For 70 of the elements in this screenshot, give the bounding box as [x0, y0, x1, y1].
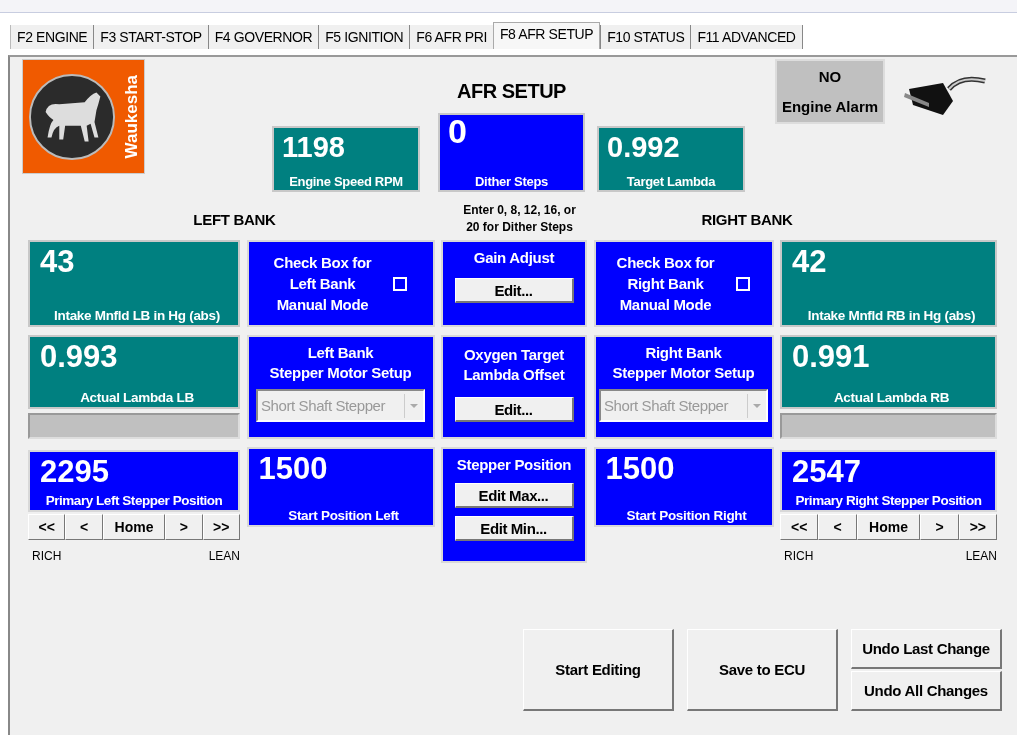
edit-button[interactable]: Edit...: [454, 278, 574, 303]
readout-value: 1198: [282, 131, 346, 164]
nav-button[interactable]: >>: [202, 514, 240, 540]
tab[interactable]: F5 IGNITION: [318, 25, 410, 49]
action-button[interactable]: Save to ECU: [687, 629, 838, 711]
tab[interactable]: F4 GOVERNOR: [207, 25, 319, 49]
lean-label: LEAN: [965, 549, 997, 563]
undo-button[interactable]: Undo Last Change: [851, 629, 1002, 669]
bank-heading: RIGHT BANK: [700, 210, 794, 228]
caret-icon: [409, 402, 419, 409]
readout-label: Engine Speed RPM: [288, 174, 404, 189]
tab[interactable]: F6 AFR PRI: [409, 25, 493, 49]
panel-title: Stepper Position: [456, 455, 572, 475]
readout-value: 2547: [792, 454, 862, 490]
brand-name: Waukesha: [122, 74, 142, 159]
rich-label: RICH: [32, 549, 62, 563]
edit-button[interactable]: Edit Min...: [454, 516, 574, 541]
tab[interactable]: F3 START-STOP: [93, 25, 208, 49]
readout-value: 0.992: [607, 131, 681, 164]
readout-label: Intake Mnfld LB in Hg (abs): [53, 308, 221, 323]
tab[interactable]: F8 AFR SETUP: [492, 22, 601, 49]
nav-button[interactable]: >: [165, 514, 203, 540]
tab[interactable]: F11 ADVANCED: [690, 25, 803, 49]
edit-button[interactable]: Edit Max...: [454, 483, 574, 508]
nav-button[interactable]: <<: [780, 514, 819, 540]
manual-mode-label: Check Box for Left Bank Manual Mode: [273, 253, 372, 315]
readout-label: Target Lambda: [625, 174, 717, 189]
readout-label: Primary Left Stepper Position: [44, 493, 224, 508]
readout-label: Start Position Left: [287, 508, 400, 523]
manual-mode-label: Check Box for Right Bank Manual Mode: [616, 253, 715, 315]
caret-icon: [752, 402, 762, 409]
bank-heading: LEFT BANK: [192, 210, 277, 228]
nav-button[interactable]: <: [65, 514, 103, 540]
lean-label: LEAN: [208, 549, 240, 563]
panel-title: Oxygen Target Lambda Offset: [463, 345, 565, 385]
edit-button[interactable]: Edit...: [454, 397, 574, 422]
readout-value: 1500: [605, 451, 676, 487]
readout-label: Dither Steps: [474, 174, 549, 189]
nav-button[interactable]: >: [920, 514, 959, 540]
readout-label: Primary Right Stepper Position: [794, 493, 983, 508]
page-title: AFR SETUP: [456, 80, 567, 103]
nav-button[interactable]: Home: [856, 514, 921, 540]
checkbox[interactable]: [736, 276, 751, 291]
nav-button[interactable]: <<: [28, 514, 66, 540]
readout-value: 43: [40, 244, 76, 280]
undo-button[interactable]: Undo All Changes: [851, 671, 1002, 711]
readout-value: 2295: [40, 454, 110, 490]
readout-label: Actual Lambda LB: [79, 389, 195, 405]
tab[interactable]: F10 STATUS: [600, 25, 691, 49]
action-button[interactable]: Start Editing: [523, 629, 674, 711]
nav-button[interactable]: Home: [102, 514, 166, 540]
nav-button[interactable]: <: [818, 514, 857, 540]
readout-label: Start Position Right: [625, 508, 748, 523]
readout-label: Intake Mnfld RB in Hg (abs): [806, 308, 977, 323]
panel-title: Right Bank Stepper Motor Setup: [612, 343, 755, 383]
readout-value: 0.993: [40, 339, 119, 375]
nav-button[interactable]: >>: [958, 514, 997, 540]
panel-title: Left Bank Stepper Motor Setup: [269, 343, 412, 383]
readout-label: Actual Lambda RB: [832, 389, 951, 405]
alarm-value: NO: [818, 67, 842, 85]
alarm-label: Engine Alarm: [781, 98, 879, 116]
readout-value: 1500: [258, 451, 329, 487]
rich-label: RICH: [784, 549, 814, 563]
readout-value: 42: [792, 244, 828, 280]
readout-value: 0.991: [792, 339, 871, 375]
dither-hint: Enter 0, 8, 12, 16, or 20 for Dither Steps: [462, 202, 577, 236]
panel-title: Gain Adjust: [473, 248, 555, 268]
readout-value: 0: [448, 112, 468, 151]
tab[interactable]: F2 ENGINE: [10, 25, 94, 49]
checkbox[interactable]: [393, 276, 408, 291]
